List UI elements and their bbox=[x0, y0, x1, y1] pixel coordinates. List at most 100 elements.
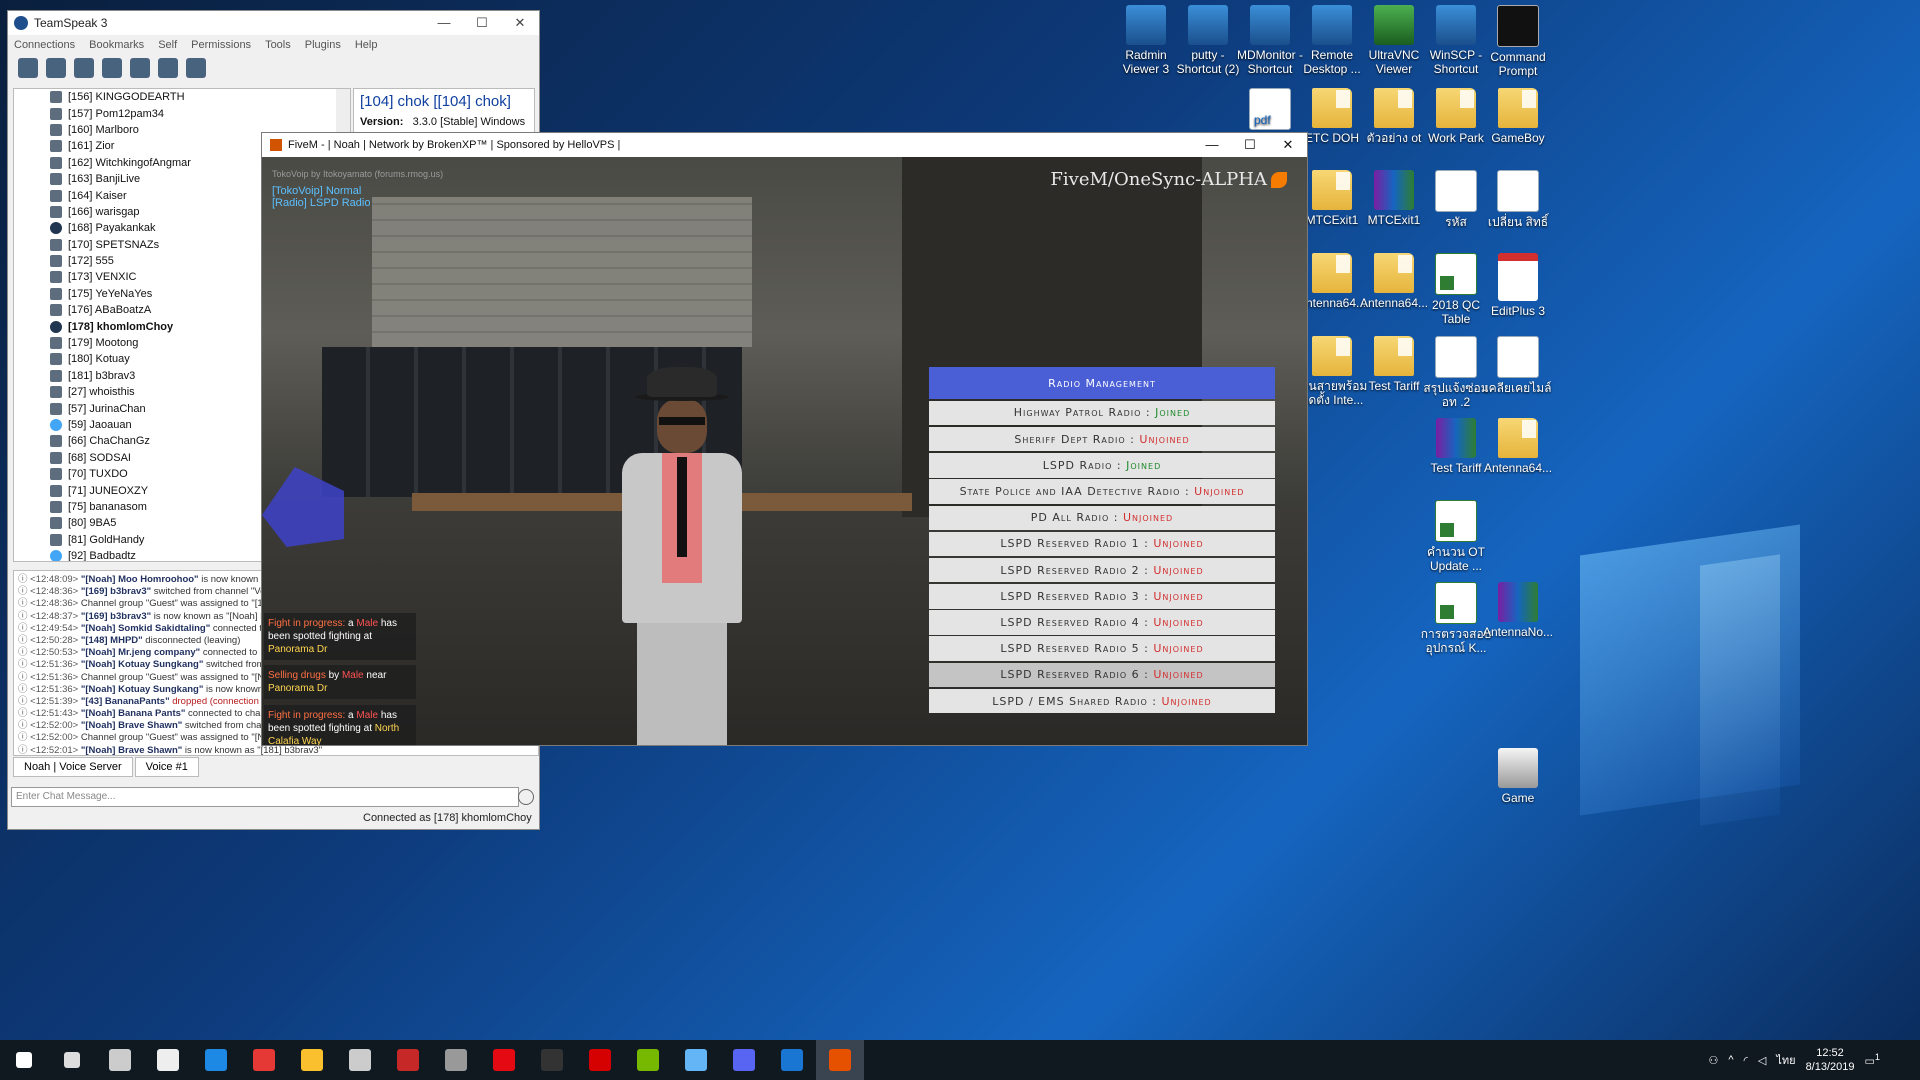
minimize-button[interactable]: — bbox=[425, 15, 463, 31]
contacts-icon[interactable] bbox=[158, 58, 178, 78]
desktop-icon[interactable]: คำนวน OT Update ... bbox=[1420, 500, 1492, 573]
taskbar-button[interactable] bbox=[624, 1040, 672, 1080]
radio-item[interactable]: LSPD Reserved Radio 3 : Unjoined bbox=[929, 584, 1275, 609]
netflix-icon bbox=[493, 1049, 515, 1071]
mute-speaker-icon[interactable] bbox=[102, 58, 122, 78]
folder-icon bbox=[1374, 253, 1414, 293]
fivem-window[interactable]: FiveM - | Noah | Network by BrokenXP™ | … bbox=[261, 132, 1308, 746]
menu-item-permissions[interactable]: Permissions bbox=[191, 39, 251, 51]
taskbar-button[interactable] bbox=[144, 1040, 192, 1080]
maximize-button[interactable]: ☐ bbox=[463, 15, 501, 31]
chat-input[interactable]: Enter Chat Message... bbox=[11, 787, 519, 807]
radio-item[interactable]: PD All Radio : Unjoined bbox=[929, 505, 1275, 530]
fivem-titlebar[interactable]: FiveM - | Noah | Network by BrokenXP™ | … bbox=[262, 133, 1307, 157]
info-version: Version: 3.3.0 [Stable] Windows bbox=[354, 114, 534, 130]
radio-item[interactable]: LSPD Reserved Radio 6 : Unjoined bbox=[929, 662, 1275, 688]
menu-item-connections[interactable]: Connections bbox=[14, 39, 75, 51]
chevron-up-icon[interactable]: ^ bbox=[1728, 1054, 1733, 1066]
user-icon bbox=[50, 287, 62, 300]
teamspeak-titlebar[interactable]: TeamSpeak 3 — ☐ ✕ bbox=[8, 11, 539, 35]
people-icon[interactable]: ⚇ bbox=[1709, 1054, 1719, 1067]
notification-center-icon[interactable]: ▭1 bbox=[1865, 1052, 1881, 1068]
menu-item-help[interactable]: Help bbox=[355, 39, 378, 51]
user-name: [80] 9BA5 bbox=[68, 517, 117, 530]
desktop-icon-label: GameBoy bbox=[1491, 131, 1545, 145]
radio-item[interactable]: Highway Patrol Radio : Joined bbox=[929, 400, 1275, 426]
menu-item-bookmarks[interactable]: Bookmarks bbox=[89, 39, 144, 51]
explorer-icon bbox=[301, 1049, 323, 1071]
user-name: [180] Kotuay bbox=[68, 353, 130, 366]
window-title: TeamSpeak 3 bbox=[34, 16, 108, 30]
menu-item-tools[interactable]: Tools bbox=[265, 39, 291, 51]
desktop-icon-label: Antenna64... bbox=[1483, 461, 1553, 475]
game-view[interactable]: TokoVoip by Itokoyamato (forums.rmog.us)… bbox=[262, 157, 1307, 745]
desktop-icon[interactable]: เปลี่ยน สิทธิ์ bbox=[1482, 170, 1554, 229]
taskbar-button[interactable] bbox=[720, 1040, 768, 1080]
radio-status: Unjoined bbox=[1161, 694, 1212, 708]
minimize-button[interactable]: — bbox=[1193, 137, 1231, 153]
emoji-icon[interactable] bbox=[518, 789, 534, 805]
user-row[interactable]: [157] Pom12pam34 bbox=[14, 105, 350, 121]
disconnect-icon[interactable] bbox=[46, 58, 66, 78]
close-button[interactable]: ✕ bbox=[501, 15, 539, 31]
desktop-icon[interactable]: EditPlus 3 bbox=[1482, 253, 1554, 318]
taskbar-button[interactable] bbox=[96, 1040, 144, 1080]
menu-item-plugins[interactable]: Plugins bbox=[305, 39, 341, 51]
taskbar-button[interactable] bbox=[288, 1040, 336, 1080]
clock[interactable]: 12:52 8/13/2019 bbox=[1806, 1046, 1855, 1074]
away-icon[interactable] bbox=[130, 58, 150, 78]
taskbar-button[interactable] bbox=[432, 1040, 480, 1080]
radio-item[interactable]: Sheriff Dept Radio : Unjoined bbox=[929, 426, 1275, 452]
taskbar-button[interactable] bbox=[816, 1040, 864, 1080]
desktop-icon[interactable]: เคลียเคยไมล์ bbox=[1482, 336, 1554, 395]
radio-item[interactable]: State Police and IAA Detective Radio : U… bbox=[929, 479, 1275, 504]
taskbar-button[interactable] bbox=[480, 1040, 528, 1080]
volume-icon[interactable]: ◁ bbox=[1758, 1054, 1766, 1067]
radio-item[interactable]: LSPD Radio : Joined bbox=[929, 453, 1275, 478]
taskbar-button[interactable] bbox=[768, 1040, 816, 1080]
radio-status: Unjoined bbox=[1153, 537, 1204, 551]
maximize-button[interactable]: ☐ bbox=[1231, 137, 1269, 153]
radio-item[interactable]: LSPD Reserved Radio 4 : Unjoined bbox=[929, 610, 1275, 635]
mute-mic-icon[interactable] bbox=[74, 58, 94, 78]
whisper-icon[interactable] bbox=[186, 58, 206, 78]
desktop-icon-label: Game bbox=[1501, 791, 1535, 805]
desktop-icon[interactable]: GameBoy bbox=[1482, 88, 1554, 145]
info-name: [104] chok [[104] chok] bbox=[360, 93, 511, 110]
user-name: [156] KINGGODEARTH bbox=[68, 91, 185, 104]
user-icon bbox=[50, 517, 62, 530]
desktop-icon[interactable]: Game bbox=[1482, 748, 1554, 805]
connect-icon[interactable] bbox=[18, 58, 38, 78]
language-indicator[interactable]: ไทย bbox=[1776, 1051, 1795, 1069]
taskbar-button[interactable] bbox=[192, 1040, 240, 1080]
desktop-icon[interactable]: AntennaNo... bbox=[1482, 582, 1554, 639]
taskbar-button[interactable] bbox=[528, 1040, 576, 1080]
user-row[interactable]: [156] KINGGODEARTH bbox=[14, 89, 350, 105]
menu-item-self[interactable]: Self bbox=[158, 39, 177, 51]
radio-item[interactable]: LSPD Reserved Radio 1 : Unjoined bbox=[929, 531, 1275, 557]
taskbar-button[interactable] bbox=[336, 1040, 384, 1080]
chat-tab[interactable]: Noah | Voice Server bbox=[13, 757, 133, 777]
taskbar-button[interactable] bbox=[672, 1040, 720, 1080]
winrar-icon bbox=[1498, 582, 1538, 622]
taskbar-button[interactable] bbox=[48, 1040, 96, 1080]
chat-tab[interactable]: Voice #1 bbox=[134, 757, 199, 777]
wifi-icon[interactable]: ◜ bbox=[1744, 1054, 1748, 1067]
taskbar-button[interactable] bbox=[576, 1040, 624, 1080]
radio-separator: : bbox=[1139, 668, 1154, 682]
taskbar-button[interactable] bbox=[0, 1040, 48, 1080]
radio-item[interactable]: LSPD Reserved Radio 5 : Unjoined bbox=[929, 636, 1275, 661]
desktop-icon[interactable]: Antenna64... bbox=[1482, 418, 1554, 475]
voip-credit: TokoVoip by Itokoyamato (forums.rmog.us) bbox=[272, 169, 444, 179]
close-button[interactable]: ✕ bbox=[1269, 137, 1307, 153]
taskbar-button[interactable] bbox=[384, 1040, 432, 1080]
radio-item[interactable]: LSPD / EMS Shared Radio : Unjoined bbox=[929, 688, 1275, 714]
teamspeak-icon bbox=[14, 16, 28, 30]
system-tray: ⚇ ^ ◜ ◁ ไทย 12:52 8/13/2019 ▭1 bbox=[1709, 1040, 1880, 1080]
taskbar-button[interactable] bbox=[240, 1040, 288, 1080]
radio-item[interactable]: LSPD Reserved Radio 2 : Unjoined bbox=[929, 557, 1275, 583]
desktop-icon[interactable]: Command Prompt bbox=[1482, 5, 1554, 78]
wallpaper-glow bbox=[1700, 554, 1780, 826]
voip-radio: [Radio] LSPD Radio bbox=[272, 197, 371, 209]
status-ball-icon bbox=[50, 222, 62, 235]
